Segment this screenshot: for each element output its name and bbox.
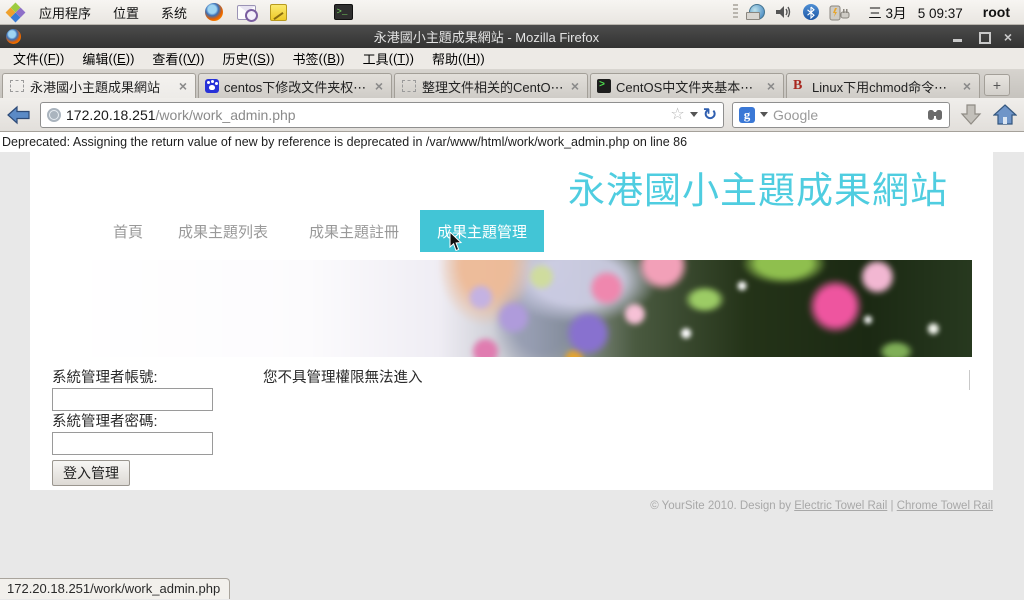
search-input[interactable] — [773, 107, 922, 123]
note-icon — [270, 4, 287, 21]
network-icon — [749, 4, 765, 20]
bluetooth-icon — [803, 4, 819, 20]
evolution-launcher[interactable] — [235, 1, 257, 23]
system-menu[interactable]: 系统 — [150, 0, 198, 24]
site-identity-globe-icon[interactable] — [47, 108, 61, 122]
download-arrow-icon — [960, 103, 982, 127]
maximize-button[interactable] — [978, 31, 990, 43]
desktop-screen: 应用程序 位置 系统 >_ 三 3月 5 09:37 root — [0, 0, 1024, 600]
tab-close-icon[interactable]: × — [569, 78, 581, 94]
minimize-button[interactable] — [952, 31, 964, 43]
url-text[interactable]: 172.20.18.251/work/work_admin.php — [66, 107, 665, 123]
panel-clock[interactable]: 三 3月 5 09:37 — [856, 2, 975, 22]
menu-view[interactable]: 查看(V) — [143, 48, 213, 69]
places-menu[interactable]: 位置 — [102, 0, 150, 24]
flower-banner-image — [55, 260, 972, 357]
menu-bookmarks[interactable]: 书签(B) — [284, 48, 354, 69]
tab-file-organize[interactable]: 整理文件相关的CentO⋯ × — [394, 73, 588, 98]
tab-baidu-centos[interactable]: centos下修改文件夹权⋯ × — [198, 73, 392, 98]
baidu-favicon-icon — [205, 79, 219, 93]
tab-site[interactable]: 永港國小主題成果網站 × — [2, 73, 196, 98]
tab-close-icon[interactable]: × — [961, 78, 973, 94]
window-titlebar[interactable]: 永港國小主題成果網站 - Mozilla Firefox × — [0, 25, 1024, 48]
tab-close-icon[interactable]: × — [373, 78, 385, 94]
menu-edit[interactable]: 编辑(E) — [73, 48, 143, 69]
menu-help[interactable]: 帮助(H) — [423, 48, 494, 69]
footer-link-electric[interactable]: Electric Towel Rail — [794, 500, 887, 512]
nav-home-link[interactable]: 首頁 — [113, 210, 143, 252]
page-background: 永港國小主題成果網站 首頁 成果主題列表 成果主題註冊 成果主題管理 系統管理者… — [0, 152, 1024, 600]
battery-icon — [829, 4, 851, 21]
permission-denied-message: 您不具管理權限無法進入 — [263, 366, 423, 387]
close-button[interactable]: × — [1004, 31, 1012, 43]
search-bar[interactable]: g — [732, 102, 950, 128]
login-submit-button[interactable]: 登入管理 — [52, 460, 130, 486]
firefox-window: 永港國小主題成果網站 - Mozilla Firefox × 文件(F) 编辑(… — [0, 25, 1024, 600]
notes-launcher[interactable] — [267, 1, 289, 23]
panel-username: root — [975, 4, 1018, 20]
bluetooth-tray[interactable] — [803, 4, 819, 20]
iteye-favicon-icon: B — [793, 79, 807, 93]
nav-topic-list-link[interactable]: 成果主題列表 — [178, 210, 268, 252]
table-cell-divider — [969, 370, 970, 390]
menu-file[interactable]: 文件(F) — [4, 48, 73, 69]
reload-icon[interactable]: ↻ — [703, 107, 717, 123]
back-arrow-icon — [7, 105, 31, 125]
site-footer: © YourSite 2010. Design by Electric Towe… — [650, 500, 993, 512]
site-navigation: 首頁 成果主題列表 成果主題註冊 成果主題管理 — [30, 210, 993, 252]
tab-centos-folder[interactable]: > CentOS中文件夹基本⋯ × — [590, 73, 784, 98]
window-title: 永港國小主題成果網站 - Mozilla Firefox — [21, 27, 952, 46]
terminal-favicon-icon: > — [597, 79, 611, 93]
google-engine-icon[interactable]: g — [739, 107, 755, 123]
favicon-placeholder-icon — [10, 80, 24, 92]
page-viewport: Deprecated: Assigning the return value o… — [0, 132, 1024, 600]
page-content: 永港國小主題成果網站 首頁 成果主題列表 成果主題註冊 成果主題管理 系統管理者… — [30, 152, 993, 490]
binoculars-icon — [927, 108, 943, 121]
gnome-top-panel: 应用程序 位置 系统 >_ 三 3月 5 09:37 root — [0, 0, 1024, 25]
php-deprecated-warning: Deprecated: Assigning the return value o… — [0, 132, 1024, 151]
admin-account-input[interactable] — [52, 388, 213, 411]
status-bar-url: 172.20.18.251/work/work_admin.php — [0, 578, 230, 599]
url-bar[interactable]: 172.20.18.251/work/work_admin.php ☆ ↻ — [40, 102, 724, 128]
admin-password-label: 系統管理者密碼: — [52, 410, 158, 431]
menu-history[interactable]: 历史(S) — [213, 48, 283, 69]
nav-topic-manage-link[interactable]: 成果主題管理 — [420, 210, 544, 252]
nav-topic-register-link[interactable]: 成果主題註冊 — [309, 210, 399, 252]
url-dropdown-icon[interactable] — [690, 112, 698, 117]
centos-logo-icon[interactable] — [7, 4, 24, 21]
browser-menubar: 文件(F) 编辑(E) 查看(V) 历史(S) 书签(B) 工具(T) 帮助(H… — [0, 48, 1024, 70]
menu-tools[interactable]: 工具(T) — [354, 48, 423, 69]
power-tray[interactable] — [829, 4, 851, 21]
window-firefox-icon — [6, 29, 21, 44]
site-title: 永港國小主題成果網站 — [568, 160, 948, 214]
tab-bar: 永港國小主題成果網站 × centos下修改文件夹权⋯ × 整理文件相关的Cen… — [0, 70, 1024, 98]
footer-link-chrome[interactable]: Chrome Towel Rail — [897, 500, 993, 512]
volume-icon — [775, 4, 793, 20]
navigation-toolbar: 172.20.18.251/work/work_admin.php ☆ ↻ g — [0, 98, 1024, 132]
network-tray[interactable] — [749, 4, 765, 20]
terminal-launcher[interactable]: >_ — [332, 1, 354, 23]
downloads-button[interactable] — [958, 102, 984, 128]
home-button[interactable] — [992, 102, 1018, 128]
firefox-launcher[interactable] — [203, 1, 225, 23]
home-icon — [993, 104, 1017, 126]
back-button[interactable] — [6, 102, 32, 128]
terminal-icon: >_ — [334, 4, 353, 20]
firefox-icon — [205, 3, 223, 21]
tray-grip-handle[interactable] — [733, 4, 738, 20]
bookmark-star-icon[interactable]: ☆ — [670, 107, 684, 123]
tab-close-icon[interactable]: × — [177, 78, 189, 94]
volume-tray[interactable] — [775, 4, 793, 20]
admin-account-label: 系統管理者帳號: — [52, 366, 158, 387]
applications-menu[interactable]: 应用程序 — [28, 0, 102, 24]
tab-chmod[interactable]: B Linux下用chmod命令⋯ × — [786, 73, 980, 98]
new-tab-button[interactable]: + — [984, 74, 1010, 96]
search-engine-dropdown-icon[interactable] — [760, 112, 768, 117]
tab-close-icon[interactable]: × — [765, 78, 777, 94]
admin-password-input[interactable] — [52, 432, 213, 455]
favicon-placeholder-icon — [402, 80, 416, 92]
mail-icon — [237, 5, 256, 20]
